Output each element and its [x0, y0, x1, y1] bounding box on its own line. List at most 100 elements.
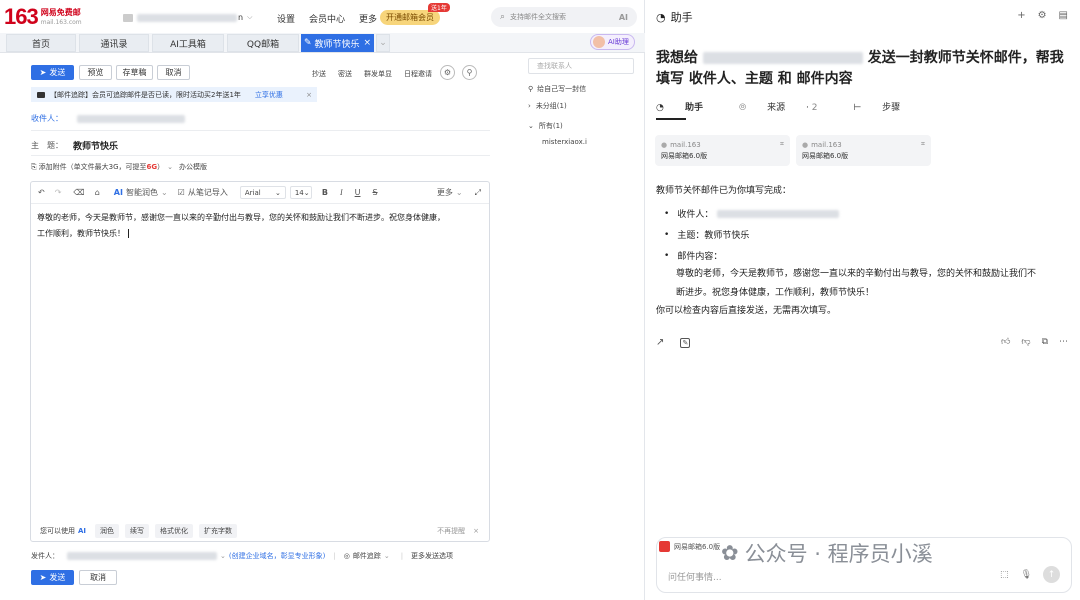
save-draft-button[interactable]: 存草稿 — [116, 65, 153, 80]
more-icon[interactable]: ⋯ — [1059, 337, 1068, 347]
ai-polish-label[interactable]: 智能润色 — [126, 187, 158, 198]
tab-helper-label: 助手 — [685, 103, 704, 113]
schedule-invite-button[interactable]: 日程邀请 — [404, 69, 432, 79]
logo-number: 163 — [4, 4, 39, 29]
tab-ai-toolbox[interactable]: AI工具箱 — [152, 34, 224, 52]
screenshot-icon: ⌗ — [921, 140, 925, 148]
logo[interactable]: 163 网易免费邮 mail.163.com — [4, 6, 82, 28]
font-size-select[interactable]: 14 ⌄ — [289, 186, 312, 199]
tab-contacts-label: 通讯录 — [100, 39, 128, 50]
copy-icon[interactable]: ⧉ — [1042, 337, 1048, 347]
chat-send-button[interactable]: ↑ — [1043, 566, 1060, 583]
sender-redacted[interactable] — [67, 552, 217, 560]
contact-search-input[interactable]: 查找联系人 — [528, 58, 634, 74]
send-button-bottom[interactable]: ➤ 发送 — [31, 570, 74, 585]
account-switcher[interactable]: n ⌵ — [123, 13, 252, 22]
contact-entry[interactable]: misterxiaox.i — [542, 135, 634, 149]
subject-row[interactable]: 主 题： 教师节快乐 — [31, 139, 118, 152]
italic-icon[interactable]: I — [340, 188, 343, 197]
tab-contacts[interactable]: 通讯录 — [79, 34, 149, 52]
cancel-button-bottom[interactable]: 取消 — [79, 570, 117, 585]
preview-button[interactable]: 预览 — [79, 65, 112, 80]
top-nav: 设置 会员中心 更多 — [277, 12, 391, 25]
user-icon[interactable]: ⚲ — [462, 65, 477, 80]
chevron-down-icon[interactable]: ⌄ — [161, 188, 168, 197]
ai-assistant-button[interactable]: AI助理 — [590, 34, 635, 50]
tab-new[interactable]: ⌄ — [376, 34, 390, 52]
microphone-icon[interactable]: 🎙︎ — [1021, 570, 1032, 580]
tab-helper[interactable]: ◔ 助手 — [656, 100, 721, 113]
edit-icon[interactable]: ✎ — [680, 337, 691, 348]
no-remind-button[interactable]: 不再提醒 — [437, 526, 465, 536]
redo-icon[interactable]: ↷ — [55, 188, 62, 197]
ai-assistant-label: AI助理 — [608, 38, 629, 46]
group-all[interactable]: ⌄ 所有(1) — [528, 119, 634, 133]
format-painter-icon[interactable]: ⌂ — [95, 188, 100, 197]
bold-icon[interactable]: B — [322, 188, 328, 197]
history-icon[interactable]: ▤ — [1059, 10, 1068, 21]
chat-input[interactable]: 问任何事情... — [668, 570, 722, 583]
more-send-options[interactable]: 更多发送选项 — [411, 551, 453, 561]
ai-chip-polish[interactable]: 润色 — [95, 524, 120, 538]
subject-input[interactable]: 教师节快乐 — [73, 139, 118, 152]
chevron-down-icon[interactable]: ⌄ — [167, 163, 173, 171]
close-icon[interactable]: × — [473, 527, 479, 535]
group-ungrouped[interactable]: › 未分组(1) — [528, 99, 634, 113]
expand-icon[interactable]: ⤢ — [475, 188, 481, 198]
nav-settings[interactable]: 设置 — [277, 12, 295, 25]
underline-icon[interactable]: U — [355, 188, 361, 197]
office-template-button[interactable]: 办公模版 — [179, 162, 207, 172]
send-button[interactable]: ➤ 发送 — [31, 65, 74, 80]
nav-vip-center[interactable]: 会员中心 — [309, 12, 345, 25]
strikethrough-icon[interactable]: S — [372, 188, 377, 197]
ai-chip-continue[interactable]: 续写 — [125, 524, 150, 538]
tab-source[interactable]: ⦾ 来源 · 2 — [739, 100, 835, 113]
nav-more[interactable]: 更多 — [359, 12, 377, 25]
chevron-down-icon[interactable]: ⌄ — [456, 188, 463, 197]
tab-steps[interactable]: ⊢ 步骤 — [853, 100, 918, 113]
create-domain-link[interactable]: (创建企业域名，彰显专业形象) — [229, 551, 325, 561]
share-icon[interactable]: ↗ — [656, 337, 664, 348]
more-tools-button[interactable]: 更多 — [437, 187, 453, 198]
tab-qq-mail[interactable]: QQ邮箱 — [227, 34, 299, 52]
source-card-2[interactable]: ● mail.163 ⌗ 网易邮箱6.0版 — [796, 135, 931, 166]
mail-tracking-toggle[interactable]: 邮件追踪 — [353, 551, 381, 561]
eraser-icon[interactable]: ⌫ — [73, 188, 84, 197]
tracking-icon: ◎ — [343, 552, 350, 560]
email-body[interactable]: 尊敬的老师，今天是教师节，感谢您一直以来的辛勤付出与教导，您的关怀和鼓励让我们不… — [37, 210, 482, 242]
ai-polish-button[interactable]: AI — [114, 188, 123, 197]
mail-search-input[interactable]: ⌕ 支持邮件全文搜索 AI — [491, 7, 637, 27]
note-import-button[interactable]: 从笔记导入 — [188, 187, 228, 198]
chevron-down-icon[interactable]: ⌄ — [220, 552, 226, 560]
ai-chip-format[interactable]: 格式优化 — [155, 524, 194, 538]
thumbs-down-icon[interactable]: 👎︎ — [1021, 337, 1030, 347]
context-attachment[interactable]: 网易邮箱6.0版 — [659, 541, 720, 552]
source-card-1[interactable]: ● mail.163 ⌗ 网易邮箱6.0版 — [655, 135, 790, 166]
chevron-down-icon[interactable]: ⌄ — [384, 552, 390, 560]
bcc-button[interactable]: 密送 — [338, 69, 352, 79]
ai-search-icon[interactable]: AI — [619, 13, 628, 22]
settings-gear-icon[interactable]: ⚙ — [1038, 10, 1047, 21]
font-family-select[interactable]: Arial ⌄ — [239, 186, 286, 199]
notice-link[interactable]: 立享优惠 — [255, 90, 283, 100]
tab-compose[interactable]: ✎ 教师节快乐 × — [301, 34, 374, 52]
screenshot-icon[interactable]: ⬚ — [1000, 570, 1009, 580]
thumbs-up-icon[interactable]: 👍︎ — [1001, 337, 1010, 347]
cc-button[interactable]: 抄送 — [312, 69, 326, 79]
ai-chip-expand[interactable]: 扩充字数 — [199, 524, 238, 538]
answer-closing: 你可以检查内容后直接发送，无需再次填写。 — [656, 306, 837, 316]
settings-gear-icon[interactable]: ⚙ — [440, 65, 455, 80]
add-attachment-button[interactable]: 添加附件（单文件最大3G，可提至 — [39, 162, 147, 172]
add-icon[interactable]: + — [1017, 10, 1025, 21]
undo-icon[interactable]: ↶ — [38, 188, 45, 197]
open-vip-button[interactable]: 开通邮箱会员 — [380, 10, 440, 25]
tab-source-count: 2 — [811, 103, 818, 113]
cancel-button[interactable]: 取消 — [157, 65, 190, 80]
write-to-self[interactable]: ⚲ 给自己写一封信 — [528, 82, 634, 96]
tab-home[interactable]: 首页 — [6, 34, 76, 52]
close-icon[interactable]: × — [364, 38, 372, 48]
close-icon[interactable]: × — [306, 91, 312, 99]
mail-compose-panel: 163 网易免费邮 mail.163.com n ⌵ 设置 会员中心 更多 开通… — [0, 0, 645, 600]
recipient-row[interactable]: 收件人： — [31, 113, 185, 124]
separate-send-button[interactable]: 群发单显 — [364, 69, 392, 79]
